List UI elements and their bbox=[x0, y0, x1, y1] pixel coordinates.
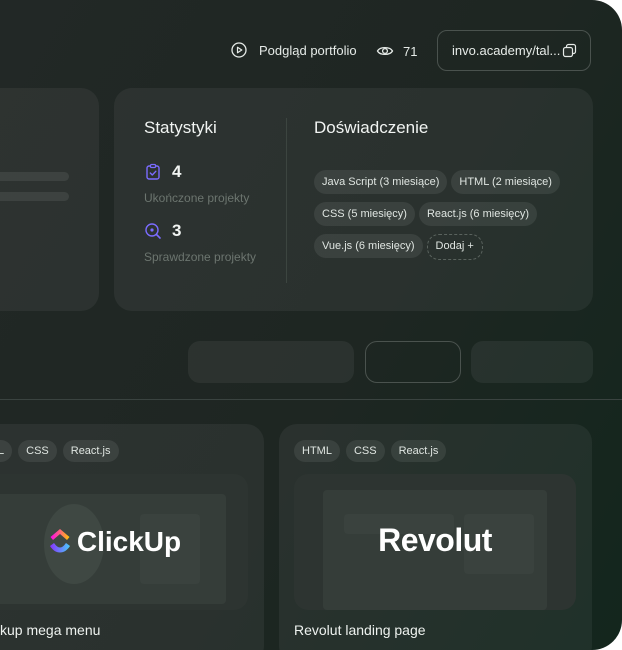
copy-icon[interactable] bbox=[562, 43, 577, 58]
portfolio-url: invo.academy/tal... bbox=[452, 43, 561, 58]
portfolio-frame: Podgląd portfolio 71 invo.academy/tal...… bbox=[0, 0, 622, 650]
checked-projects-stat: 3 Sprawdzone projekty bbox=[144, 221, 256, 264]
search-check-icon bbox=[145, 223, 161, 239]
project-tag: CSS bbox=[345, 440, 385, 462]
preview-label: Podgląd portfolio bbox=[259, 42, 357, 58]
completed-projects-stat: 4 Ukończone projekty bbox=[144, 162, 249, 205]
project-card[interactable]: HTML CSS React.js Revolut Revolut landin… bbox=[279, 424, 592, 650]
stats-divider bbox=[286, 118, 287, 283]
portfolio-preview-link[interactable]: Podgląd portfolio bbox=[231, 42, 357, 58]
views-counter: 71 bbox=[376, 42, 417, 60]
eye-icon bbox=[376, 46, 394, 56]
experience-chip: HTML (2 miesiące) bbox=[451, 170, 560, 194]
experience-chip: Java Script (3 miesiące) bbox=[314, 170, 448, 194]
top-bar: Podgląd portfolio 71 invo.academy/tal... bbox=[0, 30, 622, 72]
experience-title: Doświadczenie bbox=[314, 118, 429, 137]
skeleton-line bbox=[0, 192, 69, 201]
project-tags: HTML CSS React.js bbox=[294, 440, 452, 462]
project-tag: React.js bbox=[62, 440, 119, 462]
revolut-logo: Revolut bbox=[378, 522, 492, 558]
checked-projects-count: 3 bbox=[172, 221, 182, 240]
project-title: kup mega menu bbox=[0, 622, 101, 638]
checked-projects-label: Sprawdzone projekty bbox=[144, 250, 257, 264]
play-circle-icon bbox=[231, 42, 247, 58]
portfolio-url-field[interactable]: invo.academy/tal... bbox=[437, 30, 591, 71]
skeleton-line bbox=[0, 172, 69, 181]
experience-chip: CSS (5 miesięcy) bbox=[314, 202, 415, 226]
views-count: 71 bbox=[403, 43, 418, 59]
filter-pill[interactable] bbox=[471, 341, 593, 383]
project-thumbnail: ClickUp bbox=[0, 474, 248, 610]
add-experience-button[interactable]: Dodaj + bbox=[426, 234, 483, 260]
clickup-logo: ClickUp bbox=[0, 526, 248, 558]
completed-projects-count: 4 bbox=[172, 162, 182, 181]
project-tags: L CSS React.js bbox=[0, 440, 125, 462]
project-tag: React.js bbox=[390, 440, 447, 462]
project-thumbnail: Revolut bbox=[294, 474, 576, 610]
project-tag: L bbox=[0, 440, 13, 462]
completed-projects-label: Ukończone projekty bbox=[144, 191, 250, 205]
experience-chip: Vue.js (6 miesięcy) bbox=[314, 234, 423, 258]
stats-card: Statystyki 4 Ukończone projekty 3 Sprawd… bbox=[114, 88, 593, 311]
clickup-brand-text: ClickUp bbox=[76, 526, 182, 557]
clickup-logo-icon bbox=[49, 529, 70, 553]
clipboard-check-icon bbox=[146, 163, 160, 180]
filter-pill-active[interactable] bbox=[365, 341, 461, 383]
project-card[interactable]: L CSS React.js ClickUp kup mega menu bbox=[0, 424, 264, 650]
project-tag: HTML bbox=[294, 440, 340, 462]
filter-pill[interactable] bbox=[188, 341, 354, 383]
profile-card-placeholder bbox=[0, 88, 99, 311]
experience-chip: React.js (6 miesięcy) bbox=[418, 202, 538, 226]
project-title: Revolut landing page bbox=[294, 622, 426, 638]
experience-chip-list: Java Script (3 miesiące) HTML (2 miesiące… bbox=[314, 170, 574, 268]
stats-title: Statystyki bbox=[144, 118, 217, 137]
section-divider bbox=[0, 399, 622, 400]
project-tag: CSS bbox=[18, 440, 57, 462]
